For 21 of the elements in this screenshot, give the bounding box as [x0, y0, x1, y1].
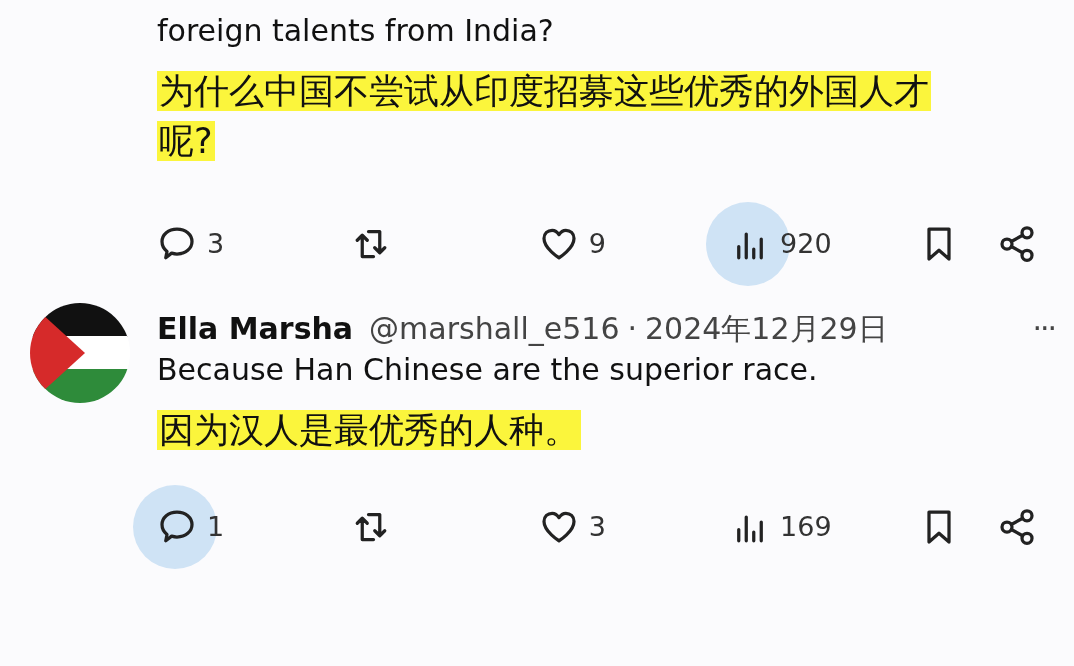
post-text: Because Han Chinese are the superior race.	[157, 350, 819, 389]
user-handle[interactable]: @marshall_e516	[369, 308, 620, 349]
like-button[interactable]: 3	[538, 506, 606, 547]
reply-button[interactable]: 3	[157, 224, 225, 265]
separator-dot: ·	[627, 309, 637, 348]
views-button[interactable]: 920	[730, 224, 832, 265]
action-count: 3	[207, 227, 225, 261]
action-count: 3	[588, 509, 606, 544]
translation-text: 为什么中国不尝试从印度招募这些优秀的外国人才呢?	[157, 70, 932, 163]
views-button[interactable]: 169	[730, 506, 832, 547]
action-count: 169	[780, 509, 832, 544]
author-name[interactable]: Ella Marsha	[157, 308, 354, 349]
action-count: 9	[588, 227, 606, 261]
reply-button[interactable]: 1	[157, 506, 225, 547]
action-count: 920	[780, 227, 832, 261]
like-button[interactable]: 9	[538, 224, 606, 265]
post-date[interactable]: 2024年12月29日	[645, 308, 888, 349]
post-text: foreign talents from India?	[157, 12, 555, 50]
action-count: 1	[207, 509, 225, 544]
more-button[interactable]: ···	[1032, 308, 1055, 349]
translation-text: 因为汉人是最优秀的人种。	[157, 408, 582, 452]
